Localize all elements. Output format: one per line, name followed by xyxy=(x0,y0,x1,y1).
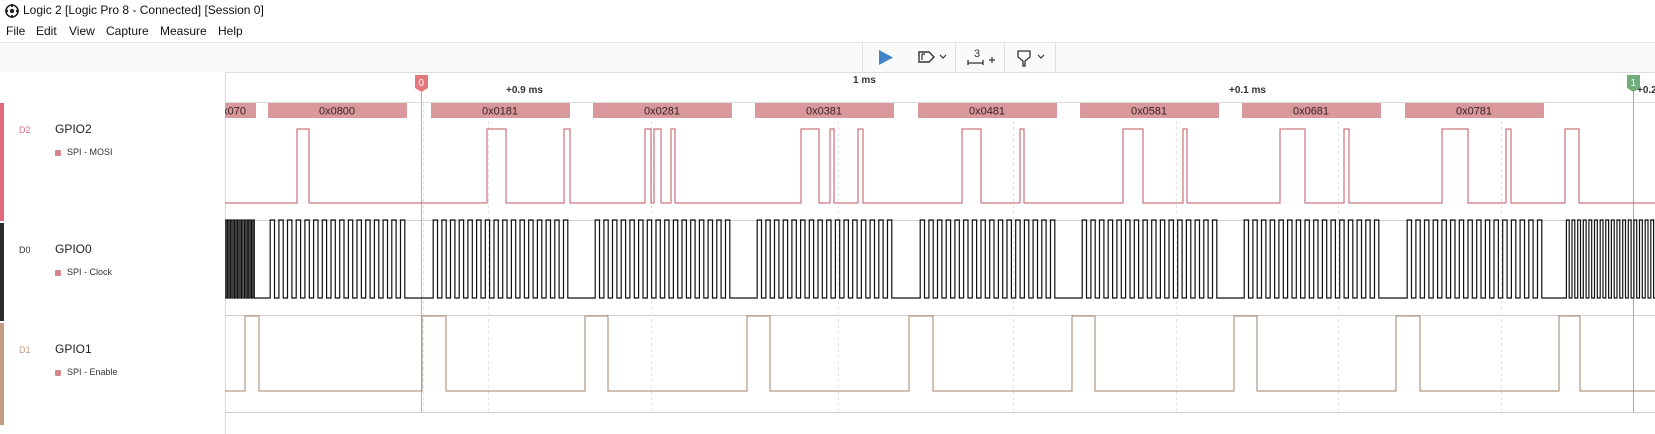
menu-file[interactable]: File xyxy=(6,24,25,38)
analyzer-dot-icon xyxy=(55,150,61,156)
channel-name[interactable]: GPIO2 xyxy=(55,122,92,136)
decoded-frame-label: 0x0281 xyxy=(644,106,680,118)
menu-bar: File Edit View Capture Measure Help xyxy=(0,22,1655,42)
waveform-view[interactable]: +0.9 ms 1 ms +0.1 ms +0.2 m 0 1 0x070 0x… xyxy=(225,72,1655,434)
add-marker-button[interactable] xyxy=(1005,43,1056,72)
channel-id: D0 xyxy=(19,245,31,255)
channel-name[interactable]: GPIO0 xyxy=(55,242,92,256)
decoded-frame-label: 0x0581 xyxy=(1131,106,1167,118)
analyzer-dot-icon xyxy=(55,370,61,376)
sample-count-label: 3 xyxy=(974,48,980,60)
analyzer-label[interactable]: SPI - MOSI xyxy=(67,147,113,157)
toolbar: 3 xyxy=(0,42,1655,73)
clock-trace xyxy=(225,219,1655,299)
tick-label: +0.1 ms xyxy=(1229,85,1266,96)
decoded-frame-label: 0x0781 xyxy=(1456,106,1492,118)
analyzer-label[interactable]: SPI - Enable xyxy=(67,367,118,377)
tick-label: +0.9 ms xyxy=(506,85,543,96)
menu-view[interactable]: View xyxy=(69,24,95,38)
marker-1-label: 1 xyxy=(1631,78,1637,89)
channel-row-d0[interactable]: D0 GPIO0 SPI - Clock xyxy=(0,223,225,321)
analyzer-label[interactable]: SPI - Clock xyxy=(67,267,112,277)
channel-id: D2 xyxy=(19,125,31,135)
menu-capture[interactable]: Capture xyxy=(106,24,149,38)
marker-0-label: 0 xyxy=(419,78,425,89)
app-logo-icon xyxy=(5,4,19,18)
trigger-icon xyxy=(918,51,947,63)
start-capture-button[interactable] xyxy=(862,43,908,72)
decoded-frame-label: 0x070 xyxy=(225,106,246,118)
decoded-frame-label: 0x0481 xyxy=(969,106,1005,118)
decoded-frame-label: 0x0181 xyxy=(482,106,518,118)
menu-edit[interactable]: Edit xyxy=(36,24,57,38)
channel-color-swatch xyxy=(0,323,4,425)
title-bar: Logic 2 [Logic Pro 8 - Connected] [Sessi… xyxy=(0,0,1655,22)
window-title: Logic 2 [Logic Pro 8 - Connected] [Sessi… xyxy=(23,3,264,17)
channel-panel: D2 GPIO2 SPI - MOSI D0 GPIO0 SPI - Clock… xyxy=(0,72,226,434)
trigger-settings-button[interactable] xyxy=(907,43,956,72)
enable-trace xyxy=(225,315,1655,392)
channel-row-d1[interactable]: D1 GPIO1 SPI - Enable xyxy=(0,323,225,425)
analyzer-dot-icon xyxy=(55,270,61,276)
channel-color-swatch xyxy=(0,223,4,321)
sample-count-button[interactable]: 3 xyxy=(956,43,1005,72)
channel-name[interactable]: GPIO1 xyxy=(55,342,92,356)
channel-id: D1 xyxy=(19,345,31,355)
decoded-frames: 0x070 0x0800 0x0181 0x0281 0x0381 0x0481… xyxy=(225,103,1544,118)
tick-label: 1 ms xyxy=(853,75,876,86)
channel-color-swatch xyxy=(0,103,4,221)
menu-measure[interactable]: Measure xyxy=(160,24,207,38)
decoded-frame-label: 0x0681 xyxy=(1293,106,1329,118)
sample-count-icon: 3 xyxy=(967,48,995,65)
channel-row-d2[interactable]: D2 GPIO2 SPI - MOSI xyxy=(0,103,225,221)
timeline-ruler: +0.9 ms 1 ms +0.1 ms +0.2 m xyxy=(506,75,1655,96)
play-icon xyxy=(879,50,893,65)
decoded-frame-label: 0x0800 xyxy=(319,106,355,118)
marker-flag-icon xyxy=(1017,50,1045,67)
menu-help[interactable]: Help xyxy=(218,24,243,38)
mosi-trace xyxy=(225,128,1655,204)
decoded-frame-label: 0x0381 xyxy=(806,106,842,118)
